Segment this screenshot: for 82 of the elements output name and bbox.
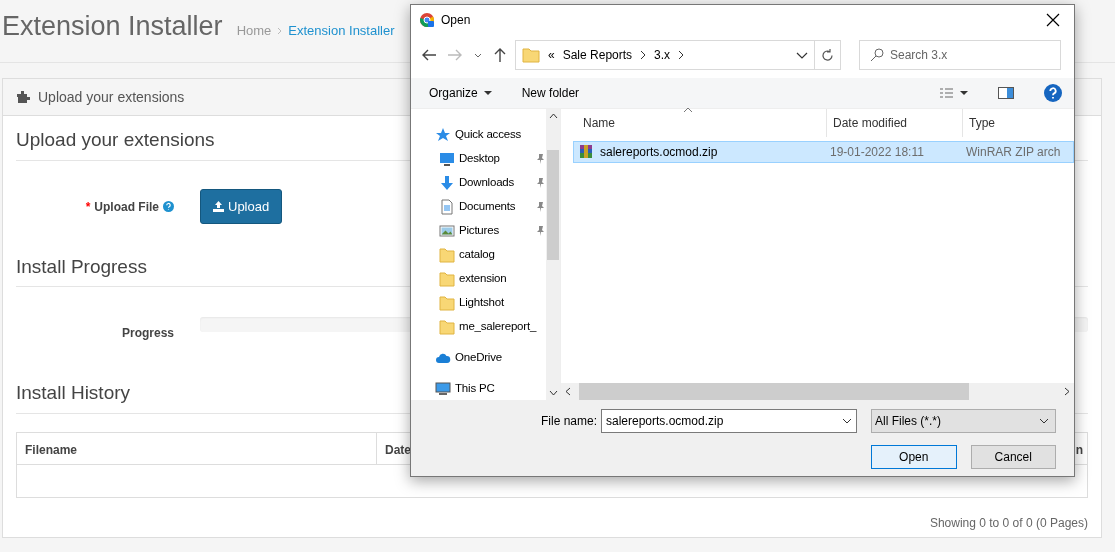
scroll-left-icon [565,387,571,396]
file-type: WinRAR ZIP arch [965,144,1062,161]
overflow-mark: « [548,47,555,64]
field-label: Upload File [94,198,159,216]
column-header: Filename [25,442,78,457]
picture-icon [439,223,455,239]
address-bar[interactable]: « Sale Reports 3.x [515,40,815,70]
document-icon [439,199,455,215]
download-icon [439,175,455,191]
nav-item[interactable]: This PC [411,377,546,400]
file-type-dropdown[interactable]: All Files (*.*) [871,409,1056,433]
chevron-down-icon [842,418,852,424]
file-date: 19-01-2022 18:11 [829,144,925,161]
folder-icon [439,319,455,335]
dialog-button[interactable]: Open [871,445,957,469]
refresh-icon [821,48,834,62]
scrollbar[interactable] [546,109,560,400]
nav-item[interactable]: me_salereport_ [411,315,546,339]
computer-icon [435,381,451,397]
desktop-icon [439,151,455,167]
caret-icon [960,91,968,95]
search-icon [870,48,884,62]
chevron-down-icon [1039,418,1049,424]
scroll-down-icon [548,390,558,396]
help-button[interactable] [1044,84,1062,102]
field-label: File name: [539,413,597,430]
dialog-title: Open [441,12,472,29]
refresh-button[interactable] [815,40,841,70]
panel-title: Upload your extensions [38,87,185,107]
nav-item[interactable]: Lightshot [411,291,546,315]
upload-icon [213,201,224,212]
sort-caret-icon [683,107,693,113]
file-name-combo[interactable]: salereports.ocmod.zip [601,409,857,433]
browser-icon [419,12,435,28]
arrow-left-icon [421,48,437,62]
column-header: n [1075,442,1083,457]
scroll-up-icon [548,113,558,119]
folder-icon [522,47,540,63]
arrow-up-icon [493,47,507,63]
preview-pane-button[interactable] [998,87,1014,99]
nav-item[interactable]: Quick access [411,123,546,147]
column-header[interactable]: Date modified [827,109,963,137]
chevron-right-icon [678,50,685,60]
required-mark: * [85,198,91,216]
puzzle-icon [17,91,30,103]
folder-icon [439,247,455,263]
column-header[interactable]: Name [577,109,827,137]
nav-item[interactable]: Downloads [411,171,546,195]
folder-icon [439,271,455,287]
preview-pane-icon [998,87,1014,99]
star-icon [435,127,451,143]
arrow-right-icon [447,48,463,62]
file-name: salereports.ocmod.zip [600,144,718,161]
caret-icon [473,51,483,59]
path-segment[interactable]: Sale Reports [562,46,633,64]
pagination-text: Showing 0 to 0 of 0 (0 Pages) [929,515,1088,530]
breadcrumb-separator-icon [277,26,283,35]
nav-item[interactable]: OneDrive [411,346,546,370]
page-title: Extension Installer [2,10,223,43]
folder-icon [439,295,455,311]
path-segment[interactable]: 3.x [654,46,671,64]
close-icon [1046,13,1060,27]
field-label: Progress [121,325,174,342]
file-row[interactable]: salereports.ocmod.zip 19-01-2022 18:11 WinRAR ZIP arch [573,141,1074,163]
view-options-button[interactable] [940,88,968,98]
nav-item[interactable]: Documents [411,195,546,219]
list-view-icon [940,88,954,98]
help-icon [1044,84,1062,102]
chevron-down-icon [796,51,808,59]
help-icon [163,201,174,212]
upload-button[interactable]: Upload [200,188,283,225]
search-box[interactable]: Search 3.x [859,40,1061,70]
caret-icon [483,91,492,95]
column-header: Date [385,442,411,457]
scroll-right-icon [1064,387,1070,396]
toolbar-button[interactable]: New folder [521,84,580,102]
dialog-button[interactable]: Cancel [970,445,1056,469]
scrollbar[interactable] [561,383,1074,400]
chevron-right-icon [640,50,647,60]
nav-item[interactable]: Pictures [411,219,546,243]
archive-icon [578,144,594,160]
organize-menu[interactable]: Organize [429,84,492,102]
